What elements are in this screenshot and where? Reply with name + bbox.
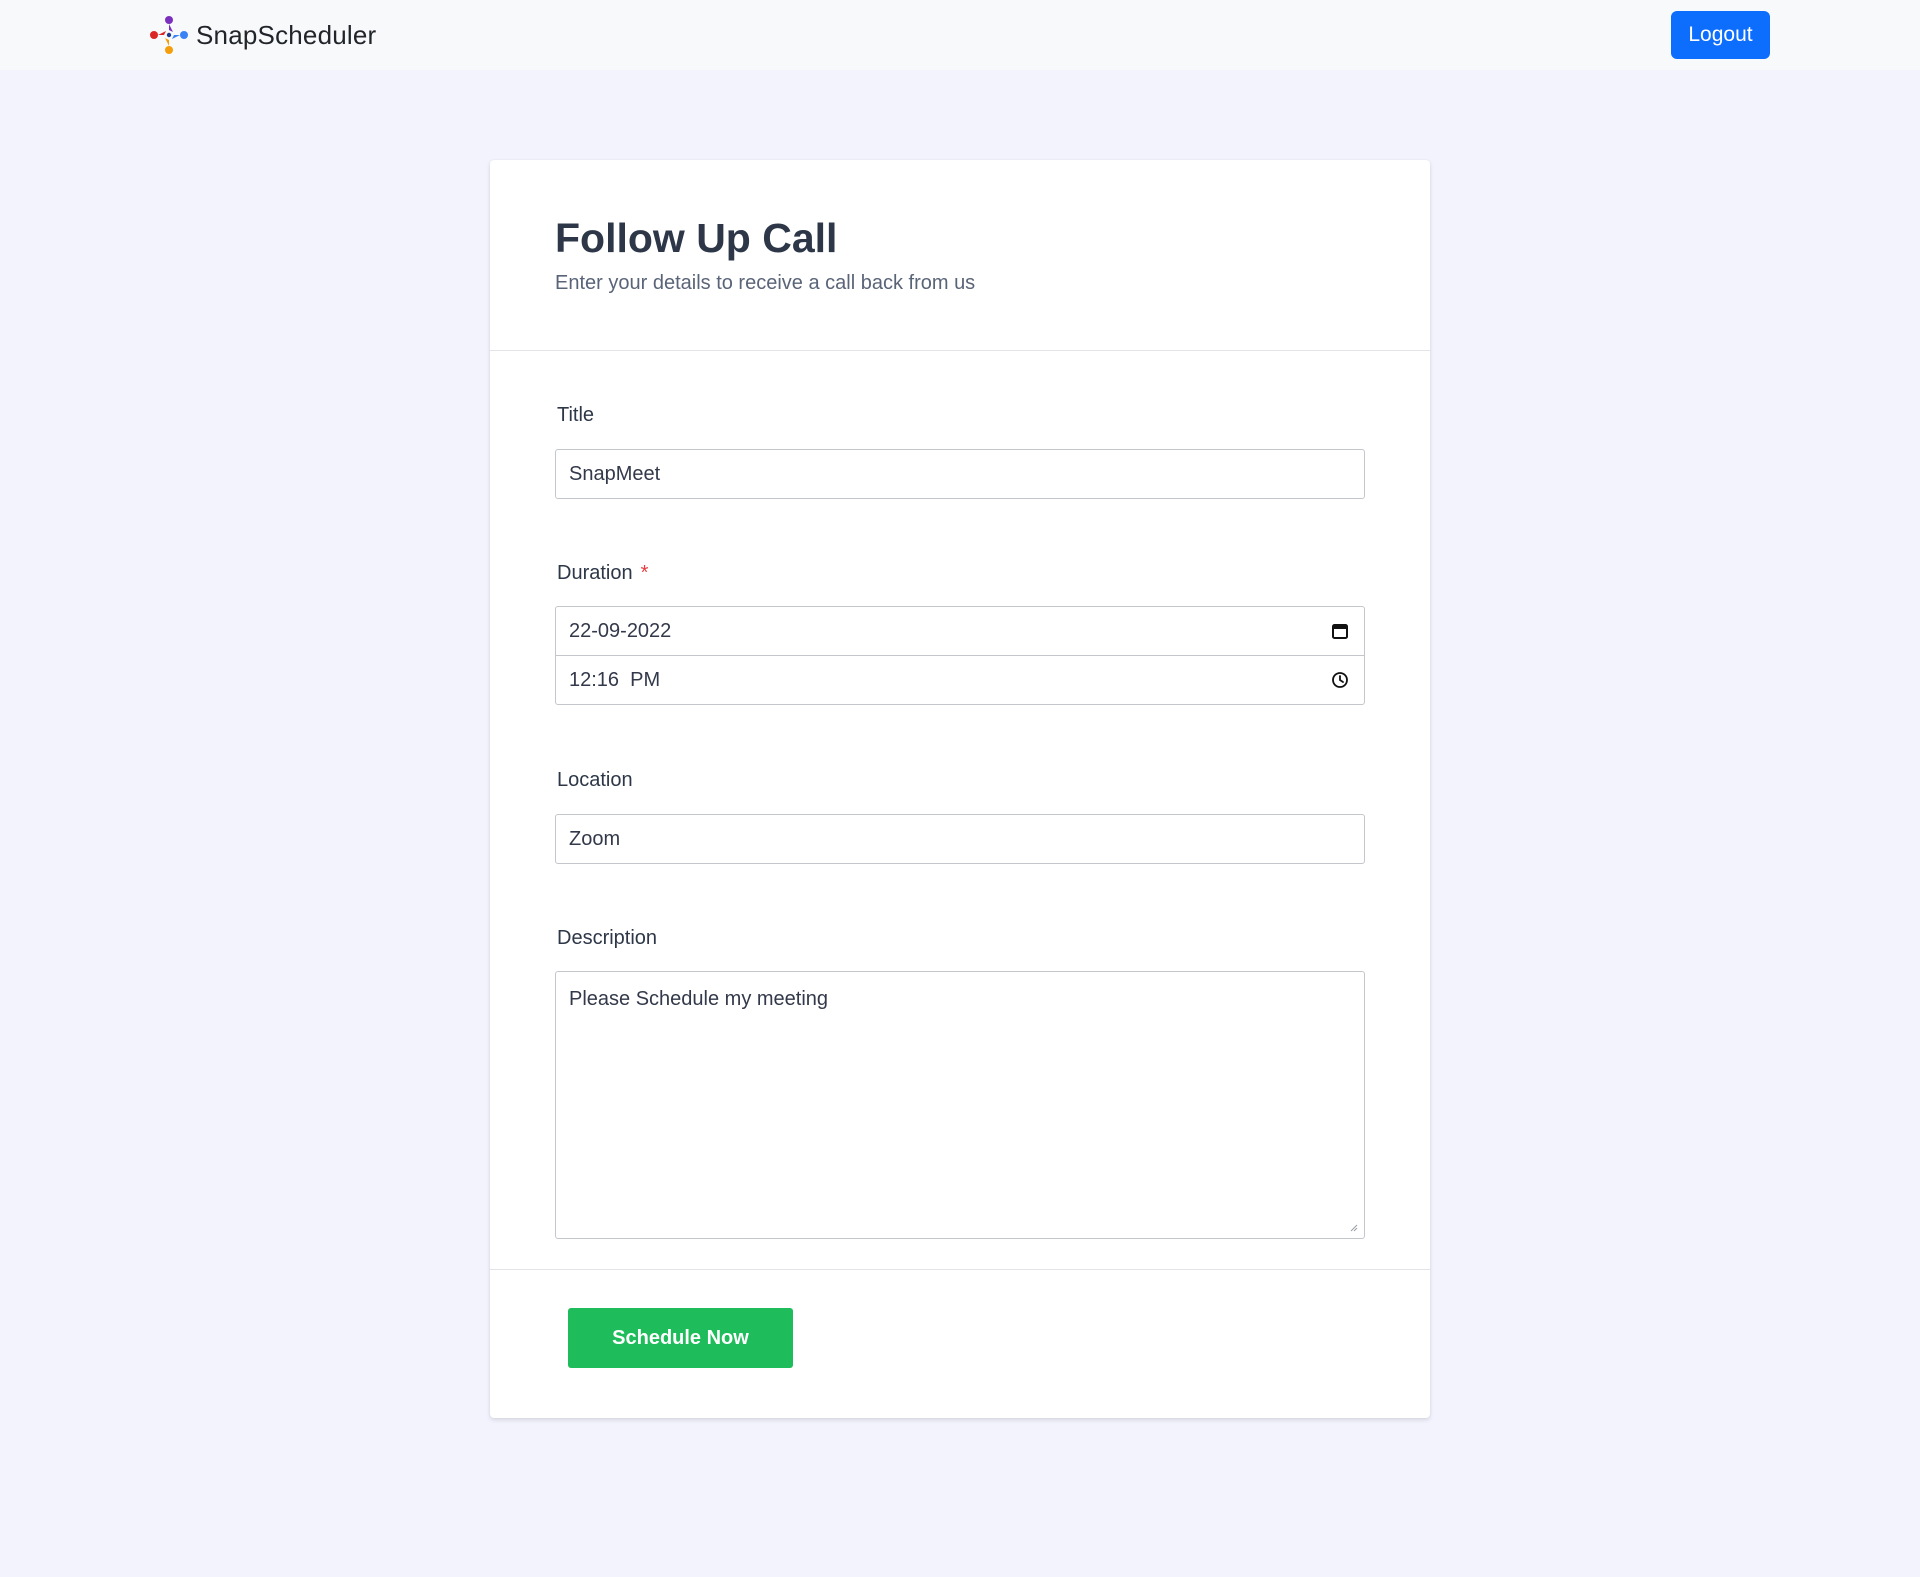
card-header: Follow Up Call Enter your details to rec…	[490, 160, 1430, 351]
description-label: Description	[557, 927, 657, 950]
brand[interactable]: SnapScheduler	[148, 15, 376, 55]
title-label: Title	[557, 404, 594, 427]
date-input-value: 22-09-2022	[569, 619, 672, 642]
description-value: Please Schedule my meeting	[569, 988, 829, 1010]
date-input[interactable]: 22-09-2022	[555, 606, 1365, 656]
resize-handle-icon[interactable]	[1348, 1222, 1358, 1232]
description-textarea[interactable]: Please Schedule my meeting	[555, 971, 1365, 1239]
location-input-value: Zoom	[569, 827, 621, 850]
schedule-card: Follow Up Call Enter your details to rec…	[490, 160, 1430, 1418]
page-subtitle: Enter your details to receive a call bac…	[555, 272, 976, 294]
logout-button[interactable]: Logout	[1671, 11, 1770, 59]
location-input[interactable]: Zoom	[555, 814, 1365, 864]
page-title: Follow Up Call	[555, 215, 838, 261]
schedule-now-button[interactable]: Schedule Now	[568, 1308, 793, 1368]
snapscheduler-logo-icon	[150, 16, 188, 54]
required-indicator: *	[640, 562, 649, 584]
description-label-text: Description	[557, 927, 658, 949]
navbar: SnapScheduler Logout	[0, 0, 1920, 70]
brand-name: SnapScheduler	[196, 19, 377, 50]
duration-label-text: Duration	[557, 562, 633, 584]
calendar-icon[interactable]	[1329, 620, 1351, 642]
title-input[interactable]: SnapMeet	[555, 449, 1365, 499]
duration-label: Duration *	[557, 562, 648, 585]
title-input-value: SnapMeet	[569, 462, 661, 485]
time-input-value: 12:16 PM	[569, 668, 661, 691]
location-label-text: Location	[557, 769, 633, 791]
clock-icon[interactable]	[1329, 669, 1351, 691]
location-label: Location	[557, 769, 633, 792]
time-input[interactable]: 12:16 PM	[555, 655, 1365, 705]
card-footer-divider	[490, 1269, 1430, 1270]
title-label-text: Title	[557, 404, 595, 426]
